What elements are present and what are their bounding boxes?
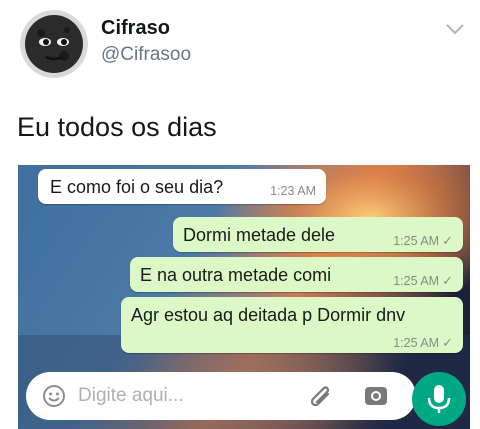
message-text: Agr estou aq deitada p Dormir dnv xyxy=(131,305,406,325)
mic-button[interactable] xyxy=(412,372,466,426)
tweet-header: Cifraso @Cifrasoo xyxy=(0,0,480,90)
message-meta: 1:25 AM ✓ xyxy=(393,232,453,250)
message-bubble-outgoing[interactable]: Agr estou aq deitada p Dormir dnv 1:25 A… xyxy=(121,297,463,353)
avatar[interactable] xyxy=(20,10,88,78)
tweet-text: Eu todos os dias xyxy=(17,112,217,142)
moon-face-icon xyxy=(20,10,88,78)
message-time: 1:25 AM xyxy=(393,234,440,248)
check-icon: ✓ xyxy=(442,273,453,288)
check-icon: ✓ xyxy=(442,233,453,248)
message-bubble-outgoing[interactable]: E na outra metade comi 1:25 AM ✓ xyxy=(130,257,463,292)
message-text: E na outra metade comi xyxy=(140,265,332,285)
tweet-media[interactable]: E como foi o seu dia? 1:23 AM Dormi meta… xyxy=(18,165,470,429)
check-icon: ✓ xyxy=(442,335,453,350)
message-input-placeholder[interactable]: Digite aqui... xyxy=(78,385,184,407)
paperclip-icon[interactable] xyxy=(306,382,334,410)
message-time: 1:25 AM xyxy=(393,274,440,288)
chevron-down-icon[interactable] xyxy=(444,18,466,40)
message-meta: 1:25 AM ✓ xyxy=(393,272,453,290)
camera-icon[interactable] xyxy=(362,382,390,410)
message-time: 1:23 AM xyxy=(270,184,316,198)
microphone-icon xyxy=(427,385,451,413)
message-text: E como foi o seu dia? xyxy=(50,177,224,197)
message-bubble-incoming[interactable]: E como foi o seu dia? 1:23 AM xyxy=(38,169,326,204)
message-bubble-outgoing[interactable]: Dormi metade dele 1:25 AM ✓ xyxy=(173,217,463,252)
message-meta: 1:25 AM ✓ xyxy=(393,334,453,352)
display-name[interactable]: Cifraso xyxy=(101,17,170,40)
user-handle[interactable]: @Cifrasoo xyxy=(101,44,191,66)
message-input-bar[interactable]: Digite aqui... xyxy=(26,372,416,420)
message-text: Dormi metade dele xyxy=(183,225,336,245)
message-time: 1:25 AM xyxy=(393,336,440,350)
emoji-icon[interactable] xyxy=(42,384,66,408)
